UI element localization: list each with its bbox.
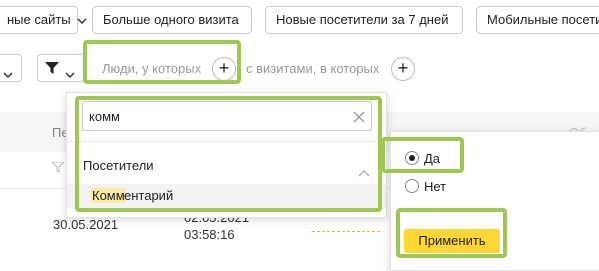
more-than-one-visit-chip[interactable]: Больше одного визита [92, 6, 252, 34]
new-visitors-7d-chip[interactable]: Новые посетители за 7 дней [265, 6, 463, 34]
sites-filter-label: ные сайты [7, 12, 71, 27]
no-radio[interactable] [405, 179, 419, 193]
visit-date: 30.05.2021 [53, 217, 119, 232]
yes-option-highlight [381, 137, 464, 173]
mobile-visitors-chip[interactable]: Мобильные посетит [476, 6, 599, 34]
left-partial-select[interactable] [0, 54, 22, 82]
apply-button-highlight [396, 208, 507, 258]
dotted-underline [312, 231, 380, 232]
dropdown-highlight [75, 96, 382, 212]
sites-filter-chip[interactable]: ные сайты [0, 6, 87, 34]
chevron-down-icon [77, 7, 87, 33]
sort-funnel-icon[interactable] [50, 160, 66, 178]
chevron-down-icon [3, 65, 13, 83]
no-label: Нет [424, 179, 447, 194]
filter-type-button[interactable] [37, 54, 85, 82]
visit-time: 03:58:16 [184, 227, 235, 242]
visits-condition-label: с визитами, в которых [246, 61, 380, 76]
add-visits-condition-button[interactable]: + [391, 57, 415, 81]
funnel-icon [45, 62, 59, 80]
people-condition-highlight [83, 40, 241, 84]
chevron-down-icon [65, 65, 75, 83]
